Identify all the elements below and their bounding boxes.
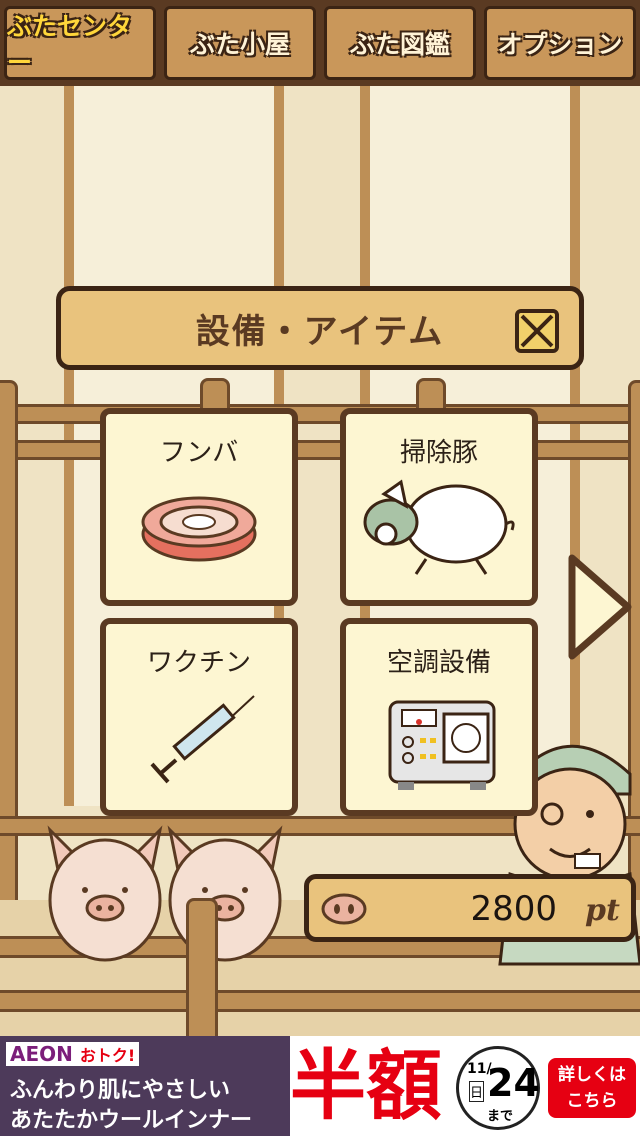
ad-cta-button[interactable]: 詳しくは こちら xyxy=(548,1058,636,1118)
ad-date-day: 24 xyxy=(487,1061,540,1105)
pig-icon xyxy=(47,825,163,962)
points-unit: pt xyxy=(585,893,620,928)
ad-brand-sub: おトク! xyxy=(79,1046,136,1065)
cleaning-pig-icon xyxy=(363,479,515,575)
tab-buta-center[interactable]: ぶたセンター xyxy=(4,6,156,80)
ad-line-1: ふんわり肌にやさしい xyxy=(10,1078,231,1103)
ad-cta-line-2: こちら xyxy=(566,1091,618,1111)
dialog-title-bar: 設備・アイテム xyxy=(56,286,584,370)
dialog-title: 設備・アイテム xyxy=(195,311,445,352)
syringe-icon xyxy=(150,695,255,784)
ad-cta-line-1: 詳しくは xyxy=(558,1065,626,1085)
item-card-funba[interactable]: フンバ xyxy=(100,408,298,606)
ad-date-suffix: まで xyxy=(487,1109,514,1124)
tab-options[interactable]: オプション xyxy=(484,6,636,80)
roomba-icon xyxy=(141,496,257,562)
tab-buta-koya[interactable]: ぶた小屋 xyxy=(164,6,316,80)
ad-date-weekday: 日 xyxy=(469,1081,485,1102)
item-card-souji-buta[interactable]: 掃除豚 xyxy=(340,408,538,606)
close-button[interactable] xyxy=(515,309,559,353)
ad-headline: 半額 xyxy=(290,1041,442,1130)
fence-rail xyxy=(0,990,640,1012)
top-tab-bar: ぶたセンター ぶた小屋 ぶた図鑑 オプション xyxy=(0,0,640,86)
fence-post xyxy=(186,898,218,1044)
ad-banner[interactable]: AEON おトク! ふんわり肌にやさしい あたたかウールインナー 半額 11/ … xyxy=(0,1036,640,1136)
pig-nose-icon xyxy=(321,893,367,925)
tab-buta-zukan[interactable]: ぶた図鑑 xyxy=(324,6,476,80)
item-card-air-conditioner[interactable]: 空調設備 xyxy=(340,618,538,816)
pig-characters xyxy=(47,825,283,962)
fence-rail xyxy=(0,404,640,424)
ad-brand: AEON xyxy=(10,1042,73,1066)
item-card-vaccine[interactable]: ワクチン xyxy=(100,618,298,816)
points-bar: 2800 pt xyxy=(304,874,636,942)
ad-date-badge: 11/ 日 24 まで xyxy=(456,1046,540,1130)
air-conditioner-icon xyxy=(388,700,496,790)
points-value: 2800 xyxy=(470,889,557,929)
next-page-arrow-icon[interactable] xyxy=(566,552,636,662)
fence-rail xyxy=(0,440,640,460)
close-icon xyxy=(520,314,554,348)
ad-line-2: あたたかウールインナー xyxy=(10,1108,253,1133)
